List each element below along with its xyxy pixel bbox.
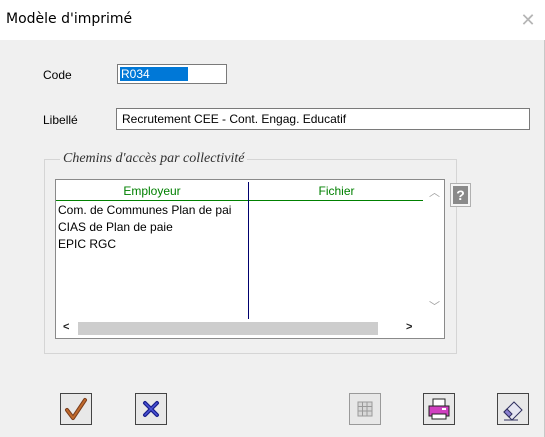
header-divider [56,200,423,201]
list-item[interactable]: EPIC RGC [58,237,246,253]
column-header-employeur[interactable]: Employeur [56,184,248,198]
code-label: Code [43,68,72,82]
scroll-up-icon[interactable]: ︿ [429,184,440,200]
eraser-icon [503,401,523,421]
employeur-cell: Com. de Communes Plan de pai [58,203,232,217]
checkmark-icon [65,398,87,420]
cross-icon [143,401,159,417]
vertical-scrollbar[interactable]: ︿ ﹀ [424,180,444,319]
employeur-cell: CIAS de Plan de paie [58,220,173,234]
paths-group-title: Chemins d'accès par collectivité [60,151,248,167]
scrollbar-thumb[interactable] [78,322,378,335]
grid-button[interactable] [349,393,381,425]
libelle-label: Libellé [43,113,78,127]
scroll-right-icon[interactable]: > [406,321,412,333]
question-mark-icon: ? [453,186,468,204]
grid-icon [357,401,373,417]
code-value[interactable]: R034 [120,67,188,81]
scroll-left-icon[interactable]: < [63,321,69,333]
column-header-fichier[interactable]: Fichier [249,184,424,198]
horizontal-scrollbar[interactable]: < > [56,319,424,338]
code-field[interactable]: R034 [117,64,227,84]
paths-list[interactable]: Employeur Fichier Com. de Communes Plan … [55,179,445,339]
list-item[interactable]: CIAS de Plan de paie [58,220,246,236]
title-bar: Modèle d'imprimé ✕ [0,0,545,40]
window-title: Modèle d'imprimé [6,11,133,27]
print-button[interactable] [423,393,455,425]
dialog-window: Modèle d'imprimé ✕ Code R034 Libellé Rec… [0,0,545,437]
libelle-field[interactable]: Recrutement CEE - Cont. Engag. Educatif [116,108,530,130]
employeur-cell: EPIC RGC [58,237,117,251]
validate-button[interactable] [60,393,92,425]
list-item[interactable]: Com. de Communes Plan de pai [58,203,246,219]
edit-button[interactable] [497,393,529,425]
close-icon[interactable]: ✕ [516,9,540,31]
column-divider[interactable] [248,182,249,320]
scroll-down-icon[interactable]: ﹀ [429,298,440,314]
printer-icon [428,398,450,420]
cancel-button[interactable] [135,393,167,425]
help-button[interactable]: ? [450,183,471,207]
